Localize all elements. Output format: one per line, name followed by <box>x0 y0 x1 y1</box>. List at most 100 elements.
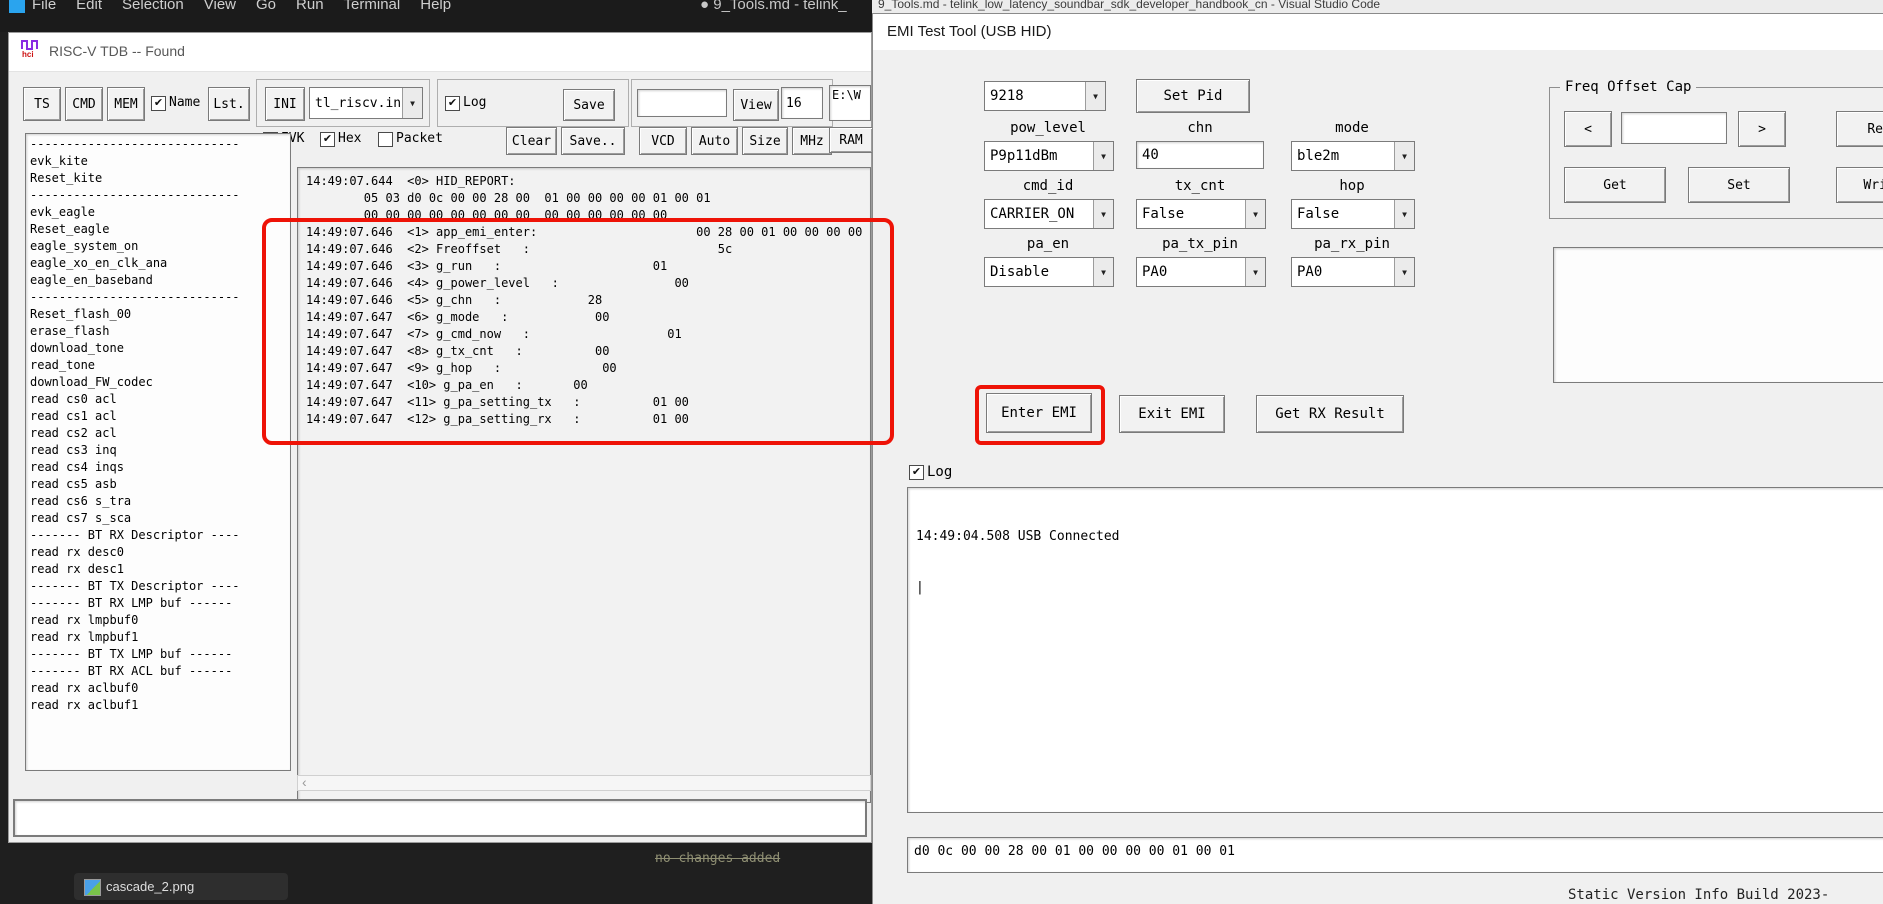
command-list-item[interactable]: read cs4 inqs <box>30 459 290 476</box>
command-list-item[interactable]: read cs3 inq <box>30 442 290 459</box>
dropdown-arrow-icon[interactable]: ▼ <box>1394 258 1414 286</box>
view-input[interactable] <box>637 89 727 117</box>
tx-cnt-dropdown[interactable]: False▼ <box>1136 199 1266 229</box>
menu-go[interactable]: Go <box>256 0 276 13</box>
tdb-log-panel[interactable]: 14:49:07.644 <0> HID_REPORT: 05 03 d0 0c… <box>297 167 871 803</box>
get-rx-result-button[interactable]: Get RX Result <box>1256 395 1404 433</box>
dropdown-arrow-icon[interactable]: ▼ <box>402 88 422 118</box>
dropdown-arrow-icon[interactable]: ▼ <box>1093 200 1113 228</box>
lst-button[interactable]: Lst. <box>208 87 250 121</box>
freq-write-button[interactable]: Write <box>1836 167 1883 203</box>
command-list-item[interactable]: ----------------------------- <box>30 136 290 153</box>
dropdown-arrow-icon[interactable]: ▼ <box>1093 142 1113 170</box>
command-list-item[interactable]: eagle_en_baseband <box>30 272 290 289</box>
command-list-item[interactable]: ------- BT RX Descriptor ---- <box>30 527 290 544</box>
command-list-item[interactable]: ----------------------------- <box>30 187 290 204</box>
command-list-item[interactable]: read rx lmpbuf0 <box>30 612 290 629</box>
freq-input[interactable] <box>1621 112 1727 144</box>
menu-run[interactable]: Run <box>296 0 324 13</box>
command-list-item[interactable]: ------- BT RX LMP buf ------ <box>30 595 290 612</box>
command-list-item[interactable]: read rx lmpbuf1 <box>30 629 290 646</box>
freq-read-button[interactable]: Read <box>1836 111 1883 147</box>
dropdown-arrow-icon[interactable]: ▼ <box>1245 200 1265 228</box>
enter-emi-button[interactable]: Enter EMI <box>986 393 1092 433</box>
emi-titlebar[interactable]: EMI Test Tool (USB HID) <box>873 14 1883 50</box>
name-checkbox[interactable]: ✔ <box>151 96 166 111</box>
exit-emi-button[interactable]: Exit EMI <box>1119 395 1225 433</box>
pid-dropdown[interactable]: 9218▼ <box>984 81 1106 111</box>
command-list-item[interactable]: erase_flash <box>30 323 290 340</box>
mem-button[interactable]: MEM <box>107 87 145 121</box>
save-as-button[interactable]: Save.. <box>561 127 625 155</box>
view-button[interactable]: View <box>733 89 779 121</box>
dropdown-arrow-icon[interactable]: ▼ <box>1085 82 1105 110</box>
command-list-item[interactable]: evk_kite <box>30 153 290 170</box>
menu-edit[interactable]: Edit <box>76 0 102 13</box>
view-width-input[interactable] <box>781 87 823 119</box>
command-list-item[interactable]: read cs5 asb <box>30 476 290 493</box>
command-list-item[interactable]: download_tone <box>30 340 290 357</box>
command-list-item[interactable]: read cs2 acl <box>30 425 290 442</box>
pa-rx-pin-dropdown[interactable]: PA0▼ <box>1291 257 1415 287</box>
save-button[interactable]: Save <box>563 89 615 121</box>
hex-checkbox[interactable]: ✔ <box>320 132 335 147</box>
mhz-button[interactable]: MHz <box>792 127 832 155</box>
command-list-item[interactable]: ----------------------------- <box>30 289 290 306</box>
command-list-item[interactable]: Reset_eagle <box>30 221 290 238</box>
scroll-left-icon[interactable]: ‹ <box>302 774 307 790</box>
freq-get-button[interactable]: Get <box>1564 167 1666 203</box>
freq-set-button[interactable]: Set <box>1688 167 1790 203</box>
menu-file[interactable]: File <box>32 0 56 13</box>
cmd-id-dropdown[interactable]: CARRIER_ON▼ <box>984 199 1114 229</box>
command-list-item[interactable]: ------- BT TX LMP buf ------ <box>30 646 290 663</box>
dropdown-arrow-icon[interactable]: ▼ <box>1394 142 1414 170</box>
freq-prev-button[interactable]: < <box>1564 111 1612 147</box>
dropdown-arrow-icon[interactable]: ▼ <box>1394 200 1414 228</box>
command-list-item[interactable]: evk_eagle <box>30 204 290 221</box>
path-box[interactable]: E:\W <box>829 85 871 121</box>
ini-button[interactable]: INI <box>265 87 305 121</box>
taskbar-item[interactable]: cascade_2.png <box>74 873 288 900</box>
freq-next-button[interactable]: > <box>1738 111 1786 147</box>
emi-hex-input[interactable]: d0 0c 00 00 28 00 01 00 00 00 00 01 00 0… <box>907 837 1883 873</box>
clear-button[interactable]: Clear <box>506 127 557 155</box>
command-list-item[interactable]: Reset_flash_00 <box>30 306 290 323</box>
log-hscrollbar[interactable]: ‹ <box>297 775 871 791</box>
log-checkbox[interactable]: ✔ <box>445 96 460 111</box>
menu-view[interactable]: View <box>204 0 236 13</box>
emi-log-checkbox[interactable]: ✔ <box>909 465 924 480</box>
command-list-item[interactable]: ------- BT TX Descriptor ---- <box>30 578 290 595</box>
ts-button[interactable]: TS <box>23 87 61 121</box>
mode-dropdown[interactable]: ble2m▼ <box>1291 141 1415 171</box>
pow-level-dropdown[interactable]: P9p11dBm▼ <box>984 141 1114 171</box>
cmd-button[interactable]: CMD <box>65 87 103 121</box>
command-list-item[interactable]: read cs7 s_sca <box>30 510 290 527</box>
dropdown-arrow-icon[interactable]: ▼ <box>1093 258 1113 286</box>
command-list-item[interactable]: read rx desc0 <box>30 544 290 561</box>
hop-dropdown[interactable]: False▼ <box>1291 199 1415 229</box>
packet-checkbox[interactable] <box>378 132 393 147</box>
vscode-menubar[interactable]: File Edit Selection View Go Run Terminal… <box>32 0 451 13</box>
command-list-item[interactable]: read rx aclbuf1 <box>30 697 290 714</box>
command-list-item[interactable]: read_tone <box>30 357 290 374</box>
menu-terminal[interactable]: Terminal <box>344 0 401 13</box>
pa-en-dropdown[interactable]: Disable▼ <box>984 257 1114 287</box>
menu-help[interactable]: Help <box>420 0 451 13</box>
command-list-item[interactable]: eagle_xo_en_clk_ana <box>30 255 290 272</box>
ram-button[interactable]: RAM <box>829 127 873 153</box>
command-list-item[interactable]: ------- BT RX ACL buf ------ <box>30 663 290 680</box>
command-list-item[interactable]: Reset_kite <box>30 170 290 187</box>
ini-file-dropdown[interactable]: tl_riscv.ini ▼ <box>309 87 423 119</box>
set-pid-button[interactable]: Set Pid <box>1136 79 1250 113</box>
command-list-item[interactable]: read rx aclbuf0 <box>30 680 290 697</box>
dropdown-arrow-icon[interactable]: ▼ <box>1245 258 1265 286</box>
command-list-item[interactable]: read cs6 s_tra <box>30 493 290 510</box>
command-list-item[interactable]: read rx desc1 <box>30 561 290 578</box>
size-button[interactable]: Size <box>742 127 788 155</box>
command-list-item[interactable]: read cs0 acl <box>30 391 290 408</box>
chn-input[interactable] <box>1136 141 1264 169</box>
menu-selection[interactable]: Selection <box>122 0 184 13</box>
command-list-item[interactable]: download_FW_codec <box>30 374 290 391</box>
tdb-command-input[interactable] <box>13 799 867 837</box>
emi-log-area[interactable]: 14:49:04.508 USB Connected | <box>907 487 1883 813</box>
